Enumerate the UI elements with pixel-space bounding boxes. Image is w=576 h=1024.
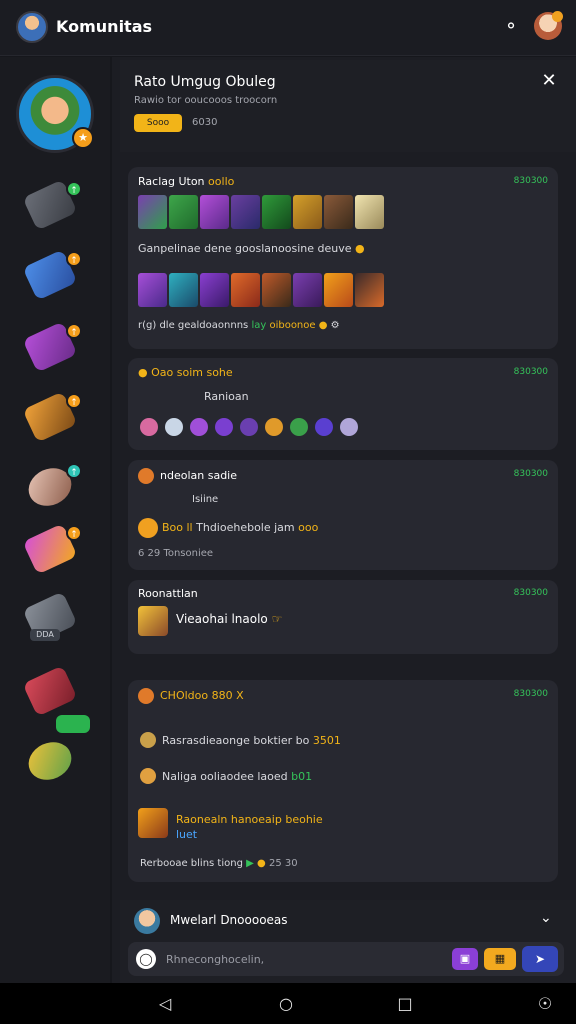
- post-line-1: Ranioan: [204, 390, 249, 403]
- post-card-4[interactable]: Roonattlan 830300 Vieaohai lnaolo ☞: [128, 580, 558, 654]
- sidebar-item-8[interactable]: [22, 665, 80, 717]
- hero-tiles-row-2: [138, 273, 384, 307]
- post-title: ● Oao soim sohe: [138, 366, 233, 379]
- sidebar-item-badge: ↑: [66, 463, 82, 479]
- post-line-3: Raonealn hanoeaip beohie: [176, 813, 323, 826]
- post-image: [138, 808, 168, 838]
- thread-title: Rato Umgug Obuleg: [134, 74, 276, 90]
- sidebar-item-6[interactable]: ↑: [22, 523, 82, 575]
- post-line-2: Naliga ooliaodee laoed b01: [162, 770, 313, 783]
- sidebar-item-1[interactable]: ↑: [22, 179, 82, 231]
- post-title: Roonattlan: [138, 587, 198, 600]
- thread-chip[interactable]: Sooo: [134, 114, 182, 132]
- post-time: 830300: [513, 367, 548, 377]
- post-avatar: [138, 688, 154, 704]
- post-time: 830300: [513, 689, 548, 699]
- post-time: 830300: [513, 469, 548, 479]
- thread-subtitle: Rawio tor ooucooos troocorn: [134, 95, 278, 106]
- sidebar-item-badge: ↑: [66, 181, 82, 197]
- post-icon: [140, 768, 156, 784]
- post-icon: [138, 518, 158, 538]
- message-input[interactable]: [166, 946, 436, 972]
- post-title: ndeolan sadie: [160, 469, 237, 482]
- thread-meta: 6030: [192, 117, 218, 128]
- post-card-5[interactable]: CHOldoo 880 X 830300 Rasrasdieaonge bokt…: [128, 680, 558, 882]
- compose-title[interactable]: Mwelarl Dnooooeas: [170, 913, 288, 927]
- post-line-3b: luet: [176, 828, 198, 841]
- sidebar-item-badge: ↑: [66, 525, 82, 541]
- post-time: 830300: [513, 588, 548, 598]
- sidebar-item-badge: ↑: [66, 251, 82, 267]
- sidebar-item-badge: ↑: [66, 323, 82, 339]
- sidebar-green-badge: [56, 715, 90, 733]
- sidebar-chip: DDA: [30, 629, 60, 641]
- sidebar-item-9[interactable]: [22, 735, 80, 787]
- send-button[interactable]: ➤: [522, 946, 558, 972]
- top-bar: Komunitas ⚬: [0, 0, 576, 56]
- emoji-icon[interactable]: ◯: [136, 949, 156, 969]
- post-icon: [140, 732, 156, 748]
- post-line-1: Ganpelinae dene gooslanoosine deuve ●: [138, 242, 365, 255]
- post-avatar: [138, 468, 154, 484]
- post-card-2[interactable]: ● Oao soim sohe 830300 Ranioan: [128, 358, 558, 450]
- community-avatar[interactable]: [16, 11, 48, 43]
- hero-badge: ★: [72, 127, 94, 149]
- post-title: Raclag Uton oollo: [138, 175, 235, 188]
- sidebar: ★ ↑ ↑ ↑ ↑ ↑ ↑ DDA: [0, 57, 110, 983]
- post-line-1: Rasrasdieaonge boktier bo 3501: [162, 734, 341, 747]
- close-icon[interactable]: ✕: [540, 72, 558, 90]
- post-image: [138, 606, 168, 636]
- post-line-1: Isiine: [192, 494, 219, 505]
- hero-tiles-row: [138, 195, 384, 229]
- attach-button[interactable]: ▣: [452, 948, 478, 970]
- post-line-1: Vieaohai lnaolo ☞: [176, 612, 283, 626]
- chevron-down-icon[interactable]: ⌄: [540, 910, 552, 926]
- page-title: Komunitas: [56, 17, 153, 36]
- sidebar-item-2[interactable]: ↑: [22, 249, 82, 301]
- bell-icon[interactable]: ⚬: [500, 16, 522, 38]
- notification-badge: [552, 11, 563, 22]
- post-title: CHOldoo 880 X: [160, 689, 244, 702]
- recents-icon[interactable]: □: [395, 994, 415, 1014]
- post-card-3[interactable]: ndeolan sadie 830300 Isiine Boo ll Thdio…: [128, 460, 558, 570]
- post-line-2: r(g) dle gealdoaonnns lay oiboonoe ● ⚙: [138, 320, 340, 331]
- reaction-row: [140, 418, 358, 436]
- compose-avatar: [134, 908, 160, 934]
- accessibility-icon[interactable]: ☉: [535, 994, 555, 1014]
- post-time: 830300: [513, 176, 548, 186]
- post-line-4: Rerbooae blins tiong ▶ ● 25 30: [140, 858, 298, 869]
- sidebar-item-3[interactable]: ↑: [22, 321, 82, 373]
- sidebar-item-badge: ↑: [66, 393, 82, 409]
- post-line-3: 6 29 Tonsoniee: [138, 548, 214, 559]
- sidebar-item-4[interactable]: ↑: [22, 391, 82, 443]
- media-button[interactable]: ▦: [484, 948, 516, 970]
- post-card-1[interactable]: Raclag Uton oollo 830300 Ganpelinae dene…: [128, 167, 558, 349]
- post-line-2: Boo ll Thdioehebole jam ooo: [162, 521, 319, 534]
- sidebar-item-5[interactable]: ↑: [22, 461, 82, 513]
- home-icon[interactable]: ○: [276, 994, 296, 1014]
- back-icon[interactable]: ◁: [155, 994, 175, 1014]
